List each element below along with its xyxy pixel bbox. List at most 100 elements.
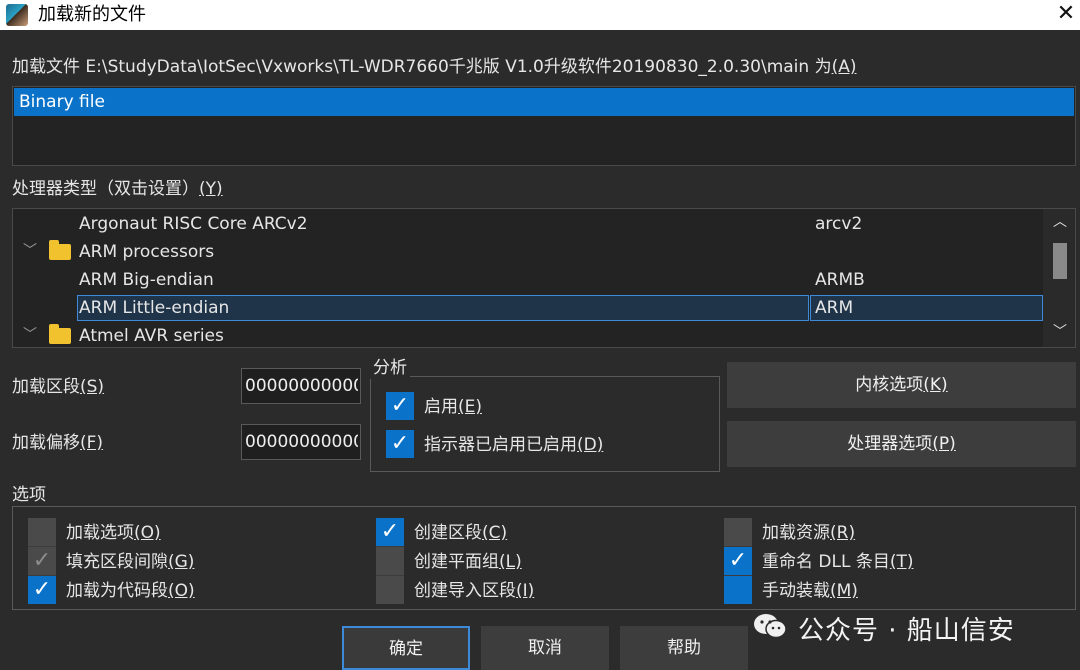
processor-options-accel: (P) [932,434,956,454]
cancel-button[interactable]: 取消 [481,626,609,670]
proc-code: ARM [815,298,854,318]
proc-name: Atmel AVR series [79,326,224,346]
load-file-label: 加载文件 E:\StudyData\IotSec\Vxworks\TL-WDR7… [12,56,856,78]
indicator-label: 指示器已启用已启用(D) [424,434,603,456]
load-segment-text: 加载区段 [12,377,80,397]
proc-name: Argonaut RISC Core ARCv2 [79,214,308,234]
close-icon[interactable]: ✕ [1052,0,1080,30]
analysis-enable-checkbox[interactable]: ✓ [386,392,414,420]
opt-text: 填充区段间隙 [66,552,168,572]
opt-accel: (R) [830,523,856,543]
load-offset-label: 加载偏移(F) [12,432,103,454]
analysis-enable-text: 启用 [424,397,458,417]
load-options-label: 加载选项(O) [66,522,161,544]
proc-code: arcv2 [815,214,863,234]
opt-text: 手动装载 [762,581,830,601]
create-imports-label: 创建导入区段(I) [414,580,534,602]
chevron-up-icon[interactable]: ︿ [1049,211,1071,231]
opt-text: 加载资源 [762,523,830,543]
chevron-down-icon[interactable]: ﹀ [1049,321,1071,341]
indicator-checkbox[interactable]: ✓ [386,430,414,458]
load-offset-text: 加载偏移 [12,433,80,453]
opt-accel: (G) [168,552,195,572]
load-as-code-label: 加载为代码段(O) [66,580,195,602]
fill-gaps-checkbox[interactable]: ✓ [28,547,56,575]
loader-item-label: Binary file [19,92,105,112]
opt-accel: (M) [830,581,858,601]
analysis-enable-label: 启用(E) [424,396,482,418]
proc-row[interactable]: ARM Big-endian ARMB [13,266,1043,294]
scroll-thumb[interactable] [1053,243,1067,279]
processor-options-text: 处理器选项 [847,434,933,454]
proc-name: ARM Little-endian [79,298,230,318]
wechat-icon [754,614,787,639]
proc-name: ARM processors [79,242,215,262]
indicator-text: 指示器已启用已启用 [424,435,577,455]
opt-text: 创建区段 [414,523,482,543]
proc-type-label: 处理器类型（双击设置）(Y) [12,178,223,200]
analysis-group [370,376,720,472]
proc-folder-row[interactable]: ﹀ ARM processors [13,238,1043,266]
indicator-accel: (D) [577,435,604,455]
load-file-text: 加载文件 E:\StudyData\IotSec\Vxworks\TL-WDR7… [12,57,832,77]
opt-text: 创建平面组 [414,552,499,572]
title-bar: 加载新的文件 ✕ [0,0,1080,30]
kernel-options-text: 内核选项 [855,375,924,395]
proc-type-text: 处理器类型（双击设置） [12,179,199,199]
fill-gaps-label: 填充区段间隙(G) [66,551,194,573]
ok-button[interactable]: 确定 [342,626,470,670]
proc-name: ARM Big-endian [79,270,214,290]
load-offset-accel: (F) [80,433,104,453]
opt-text: 创建导入区段 [414,581,516,601]
load-segment-accel: (S) [80,377,105,397]
load-segment-input[interactable] [241,368,361,404]
load-file-accel: (A) [831,57,857,77]
load-resources-label: 加载资源(R) [762,522,855,544]
kernel-options-button[interactable]: 内核选项(K) [727,362,1076,408]
opt-accel: (O) [168,581,195,601]
processor-options-button[interactable]: 处理器选项(P) [727,421,1076,467]
proc-type-accel: (Y) [199,179,223,199]
create-imports-checkbox[interactable] [376,576,404,604]
kernel-options-accel: (K) [923,375,948,395]
opt-accel: (I) [516,581,535,601]
app-icon [6,4,28,26]
proc-row[interactable]: Argonaut RISC Core ARCv2 arcv2 [13,210,1043,238]
chevron-down-icon[interactable]: ﹀ [23,240,37,260]
proc-row-selected[interactable]: ARM Little-endian ARM [13,294,1043,322]
processor-tree[interactable]: Argonaut RISC Core ARCv2 arcv2 ﹀ ARM pro… [12,208,1076,348]
opt-accel: (O) [134,523,161,543]
folder-icon [49,324,71,344]
load-segment-label: 加载区段(S) [12,376,104,398]
opt-accel: (L) [499,552,522,572]
create-flat-group-label: 创建平面组(L) [414,551,522,573]
watermark-text: 公众号 · 船山信安 [798,616,1015,646]
chevron-down-icon[interactable]: ﹀ [23,324,37,344]
manual-load-label: 手动装载(M) [762,580,858,602]
rename-dll-checkbox[interactable]: ✓ [724,547,752,575]
opt-text: 重命名 DLL 条目 [762,552,890,572]
load-resources-checkbox[interactable] [724,518,752,546]
help-button[interactable]: 帮助 [620,626,748,670]
loader-item-binary[interactable]: Binary file [14,88,1074,116]
manual-load-checkbox[interactable] [724,576,752,604]
create-flat-group-checkbox[interactable] [376,547,404,575]
options-title: 选项 [12,484,46,506]
create-segments-label: 创建区段(C) [414,522,507,544]
proc-folder-row[interactable]: ﹀ Atmel AVR series [13,322,1043,347]
load-options-checkbox[interactable] [28,518,56,546]
folder-icon [49,240,71,260]
analysis-title: 分析 [370,357,410,379]
opt-text: 加载选项 [66,523,134,543]
proc-code: ARMB [815,270,865,290]
rename-dll-label: 重命名 DLL 条目(T) [762,551,914,573]
analysis-enable-accel: (E) [458,397,483,417]
loader-list[interactable]: Binary file [12,86,1076,166]
window-title: 加载新的文件 [38,4,146,25]
opt-accel: (T) [889,552,914,572]
load-offset-input[interactable] [241,424,361,460]
create-segments-checkbox[interactable]: ✓ [376,518,404,546]
opt-accel: (C) [482,523,508,543]
load-as-code-checkbox[interactable]: ✓ [28,576,56,604]
opt-text: 加载为代码段 [66,581,168,601]
